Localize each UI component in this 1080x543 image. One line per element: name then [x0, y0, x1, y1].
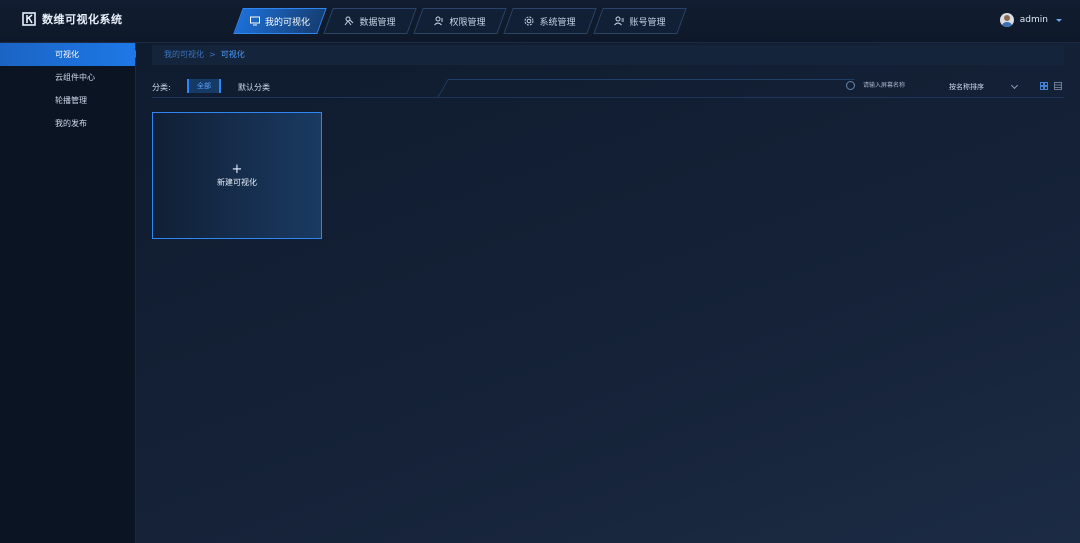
nav-tab-account-management[interactable]: 账号管理 — [593, 8, 687, 34]
category-label: 分类: — [152, 83, 171, 92]
category-all-button[interactable]: 全部 — [187, 79, 221, 93]
new-visualization-card[interactable]: + 新建可视化 — [152, 112, 322, 239]
list-view-icon[interactable] — [1054, 82, 1062, 90]
nav-tab-label: 数据管理 — [359, 17, 396, 28]
breadcrumb-home[interactable]: 我的可视化 — [164, 50, 204, 59]
sidebar-item-my-publications[interactable]: 我的发布 — [0, 112, 135, 135]
user-menu[interactable]: admin — [999, 13, 1062, 27]
sidebar-item-visualization[interactable]: 可视化 — [0, 43, 140, 66]
nav-tab-my-visualization[interactable]: 我的可视化 — [233, 8, 327, 34]
gear-icon — [524, 16, 534, 26]
top-bar: 数维可视化系统 我的可视化 数据管理 权限管理 系统管理 账号管理 admin — [0, 0, 1080, 43]
nav-tab-system-management[interactable]: 系统管理 — [503, 8, 597, 34]
breadcrumb-current: 可视化 — [220, 50, 245, 59]
account-icon — [614, 16, 625, 26]
decorative-slant-frame — [437, 79, 855, 98]
chevron-down-icon — [1010, 81, 1019, 90]
sidebar: 可视化 云组件中心 轮播管理 我的发布 — [0, 43, 140, 543]
sidebar-item-cloud-components[interactable]: 云组件中心 — [0, 66, 135, 89]
app-logo[interactable]: 数维可视化系统 — [22, 11, 123, 27]
app-title: 数维可视化系统 — [42, 13, 123, 26]
grid-view-icon[interactable] — [1040, 82, 1048, 90]
sort-label: 按名称排序 — [949, 83, 984, 91]
nav-tab-data-management[interactable]: 数据管理 — [323, 8, 417, 34]
sidebar-item-carousel[interactable]: 轮播管理 — [0, 89, 135, 112]
new-visualization-label: 新建可视化 — [217, 177, 257, 187]
main-nav: 我的可视化 数据管理 权限管理 系统管理 账号管理 — [233, 8, 688, 34]
logo-icon — [22, 12, 36, 26]
breadcrumb-separator: > — [209, 50, 216, 59]
avatar — [999, 13, 1014, 27]
search-input[interactable] — [861, 81, 945, 90]
nav-tab-label: 账号管理 — [629, 17, 666, 28]
nav-tab-label: 系统管理 — [539, 17, 576, 28]
nav-tab-label: 我的可视化 — [264, 17, 310, 28]
main-content: 我的可视化 > 可视化 分类: 全部 默认分类 按名称排序 + 新建可视化 — [136, 43, 1080, 543]
user-name: admin — [1019, 15, 1048, 25]
search-icon — [846, 81, 855, 90]
category-default-button[interactable]: 默认分类 — [238, 82, 270, 93]
nav-tab-permission-management[interactable]: 权限管理 — [413, 8, 507, 34]
sort-select[interactable]: 按名称排序 — [949, 81, 1019, 92]
nav-tab-label: 权限管理 — [449, 17, 486, 28]
filter-bar: 分类: 全部 默认分类 按名称排序 — [152, 79, 1064, 98]
plus-icon: + — [231, 161, 243, 177]
monitor-icon — [249, 16, 260, 26]
caret-down-icon — [1056, 18, 1062, 22]
breadcrumb: 我的可视化 > 可视化 — [152, 45, 1064, 65]
permission-icon — [434, 16, 443, 26]
search-box — [846, 81, 945, 90]
database-icon — [345, 16, 354, 26]
